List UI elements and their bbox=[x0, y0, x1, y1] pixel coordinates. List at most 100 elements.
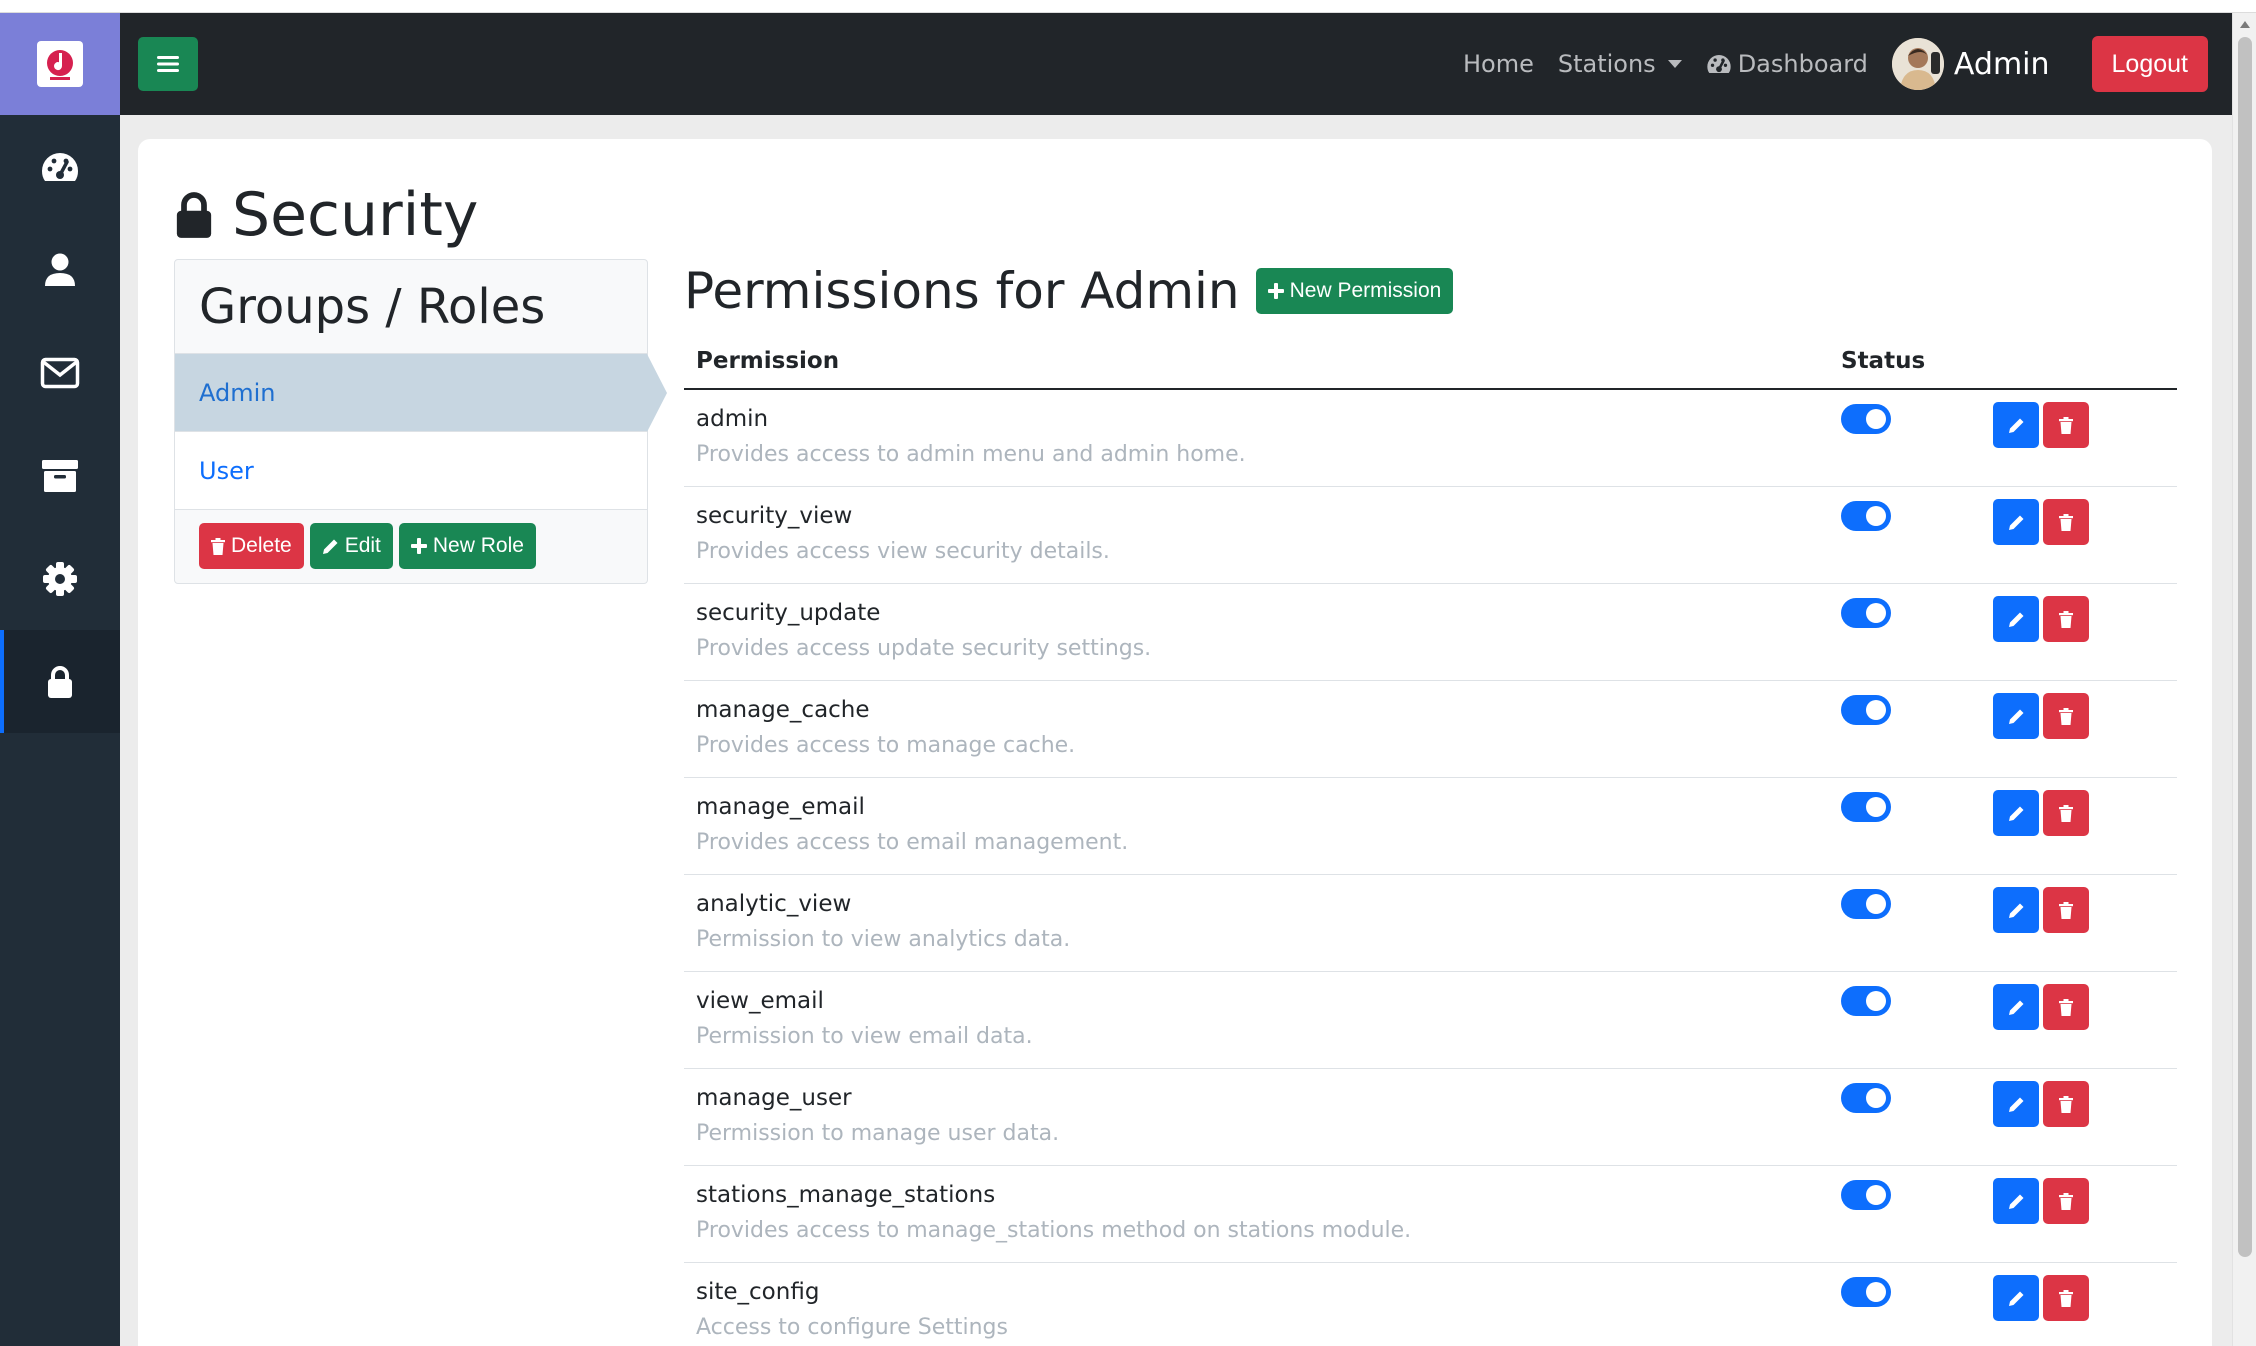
edit-permission-button[interactable] bbox=[1993, 596, 2039, 642]
pencil-icon bbox=[2008, 515, 2023, 530]
delete-role-button[interactable]: Delete bbox=[199, 523, 304, 569]
edit-permission-button[interactable] bbox=[1993, 1081, 2039, 1127]
edit-permission-button[interactable] bbox=[1993, 499, 2039, 545]
permission-description: Provides access view security details. bbox=[696, 539, 1110, 564]
scroll-thumb[interactable] bbox=[2238, 37, 2252, 1257]
new-role-button[interactable]: New Role bbox=[398, 523, 536, 569]
trash-icon bbox=[2059, 1095, 2073, 1113]
permission-description: Provides access to email management. bbox=[696, 830, 1129, 855]
status-toggle[interactable] bbox=[1841, 1277, 1891, 1307]
roles-panel: Groups / Roles Admin User Delete Edit Ne… bbox=[174, 259, 667, 584]
roles-actions: Delete Edit New Role bbox=[175, 510, 647, 582]
delete-permission-button[interactable] bbox=[2043, 1275, 2089, 1321]
status-toggle[interactable] bbox=[1841, 792, 1891, 822]
permission-name: manage_cache bbox=[696, 697, 870, 723]
top-navbar: Home Stations Dashboard Admin Logout bbox=[120, 13, 2232, 115]
permission-description: Permission to view analytics data. bbox=[696, 927, 1071, 952]
delete-permission-button[interactable] bbox=[2043, 402, 2089, 448]
table-header: Permission Status bbox=[684, 340, 2177, 390]
table-row: stations_manage_stations Provides access … bbox=[684, 1166, 2177, 1263]
permission-description: Provides access to manage_stations metho… bbox=[696, 1218, 1412, 1243]
tachometer-icon bbox=[42, 152, 78, 181]
edit-role-label: Edit bbox=[344, 534, 381, 557]
avatar[interactable] bbox=[1891, 38, 1944, 90]
page-title-text: Security bbox=[232, 180, 479, 250]
table-row: security_update Provides access update se… bbox=[684, 584, 2177, 681]
permissions-table: Permission Status admin Provides access t… bbox=[684, 340, 2177, 1346]
trash-icon bbox=[2059, 707, 2073, 725]
status-toggle[interactable] bbox=[1841, 695, 1891, 725]
delete-permission-button[interactable] bbox=[2043, 887, 2089, 933]
page-scrollbar[interactable] bbox=[2232, 13, 2256, 1346]
archive-icon bbox=[42, 459, 78, 492]
edit-permission-button[interactable] bbox=[1993, 887, 2039, 933]
role-item-user[interactable]: User bbox=[175, 432, 647, 510]
edit-permission-button[interactable] bbox=[1993, 1178, 2039, 1224]
tachometer-icon bbox=[1707, 54, 1731, 74]
edit-permission-button[interactable] bbox=[1993, 984, 2039, 1030]
delete-permission-button[interactable] bbox=[2043, 693, 2089, 739]
status-toggle[interactable] bbox=[1841, 986, 1891, 1016]
plus-icon bbox=[410, 538, 427, 554]
status-toggle[interactable] bbox=[1841, 501, 1891, 531]
permission-description: Provides access update security settings… bbox=[696, 636, 1152, 661]
sidebar-item-users[interactable] bbox=[0, 218, 120, 321]
table-row: manage_cache Provides access to manage ca… bbox=[684, 681, 2177, 778]
pencil-icon bbox=[2008, 806, 2023, 821]
logout-button[interactable]: Logout bbox=[2091, 36, 2208, 92]
delete-permission-button[interactable] bbox=[2043, 790, 2089, 836]
edit-role-button[interactable]: Edit bbox=[309, 523, 393, 569]
column-header-status: Status bbox=[1841, 348, 1926, 374]
permission-name: security_view bbox=[696, 503, 853, 529]
delete-permission-button[interactable] bbox=[2043, 499, 2089, 545]
nav-stations-dropdown[interactable]: Stations bbox=[1558, 50, 1682, 78]
permission-name: stations_manage_stations bbox=[696, 1182, 996, 1208]
scroll-up-arrow-icon[interactable] bbox=[2240, 21, 2250, 28]
sidebar-item-archive[interactable] bbox=[0, 424, 120, 527]
delete-permission-button[interactable] bbox=[2043, 596, 2089, 642]
sidebar-toggle-button[interactable] bbox=[138, 37, 198, 91]
status-toggle[interactable] bbox=[1841, 404, 1891, 434]
permission-description: Access to configure Settings bbox=[696, 1315, 1008, 1340]
plus-icon bbox=[1267, 283, 1284, 299]
new-permission-button[interactable]: New Permission bbox=[1255, 268, 1454, 314]
permission-description: Permission to manage user data. bbox=[696, 1121, 1060, 1146]
table-body: admin Provides access to admin menu and a… bbox=[684, 390, 2177, 1346]
role-item-admin[interactable]: Admin bbox=[175, 354, 667, 432]
sidebar-item-dashboard[interactable] bbox=[0, 115, 120, 218]
table-row: admin Provides access to admin menu and a… bbox=[684, 390, 2177, 487]
delete-permission-button[interactable] bbox=[2043, 1178, 2089, 1224]
user-icon bbox=[45, 253, 75, 286]
sidebar-item-settings[interactable] bbox=[0, 527, 120, 630]
permission-name: analytic_view bbox=[696, 891, 852, 917]
status-toggle[interactable] bbox=[1841, 1083, 1891, 1113]
permissions-heading: Permissions for Admin New Permission bbox=[684, 262, 1454, 320]
trash-icon bbox=[211, 537, 225, 555]
delete-permission-button[interactable] bbox=[2043, 1081, 2089, 1127]
brand-logo-area[interactable] bbox=[0, 13, 120, 115]
edit-permission-button[interactable] bbox=[1993, 790, 2039, 836]
edit-permission-button[interactable] bbox=[1993, 402, 2039, 448]
new-permission-label: New Permission bbox=[1289, 279, 1442, 302]
delete-permission-button[interactable] bbox=[2043, 984, 2089, 1030]
column-header-permission: Permission bbox=[696, 348, 840, 374]
status-toggle[interactable] bbox=[1841, 598, 1891, 628]
status-toggle[interactable] bbox=[1841, 1180, 1891, 1210]
permission-description: Permission to view email data. bbox=[696, 1024, 1033, 1049]
table-row: site_config Access to configure Settings bbox=[684, 1263, 2177, 1346]
sidebar-item-email[interactable] bbox=[0, 321, 120, 424]
trash-icon bbox=[2059, 610, 2073, 628]
edit-permission-button[interactable] bbox=[1993, 693, 2039, 739]
permission-description: Provides access to manage cache. bbox=[696, 733, 1076, 758]
sidebar-item-security[interactable] bbox=[0, 630, 120, 733]
nav-dashboard-link[interactable]: Dashboard bbox=[1706, 50, 1868, 78]
browser-top-strip bbox=[0, 0, 2256, 13]
status-toggle[interactable] bbox=[1841, 889, 1891, 919]
nav-home-link[interactable]: Home bbox=[1463, 50, 1534, 78]
table-row: manage_user Permission to manage user dat… bbox=[684, 1069, 2177, 1166]
user-name[interactable]: Admin bbox=[1954, 47, 2050, 82]
pencil-icon bbox=[2008, 1194, 2023, 1209]
table-row: security_view Provides access view securi… bbox=[684, 487, 2177, 584]
edit-permission-button[interactable] bbox=[1993, 1275, 2039, 1321]
table-row: analytic_view Permission to view analytic… bbox=[684, 875, 2177, 972]
